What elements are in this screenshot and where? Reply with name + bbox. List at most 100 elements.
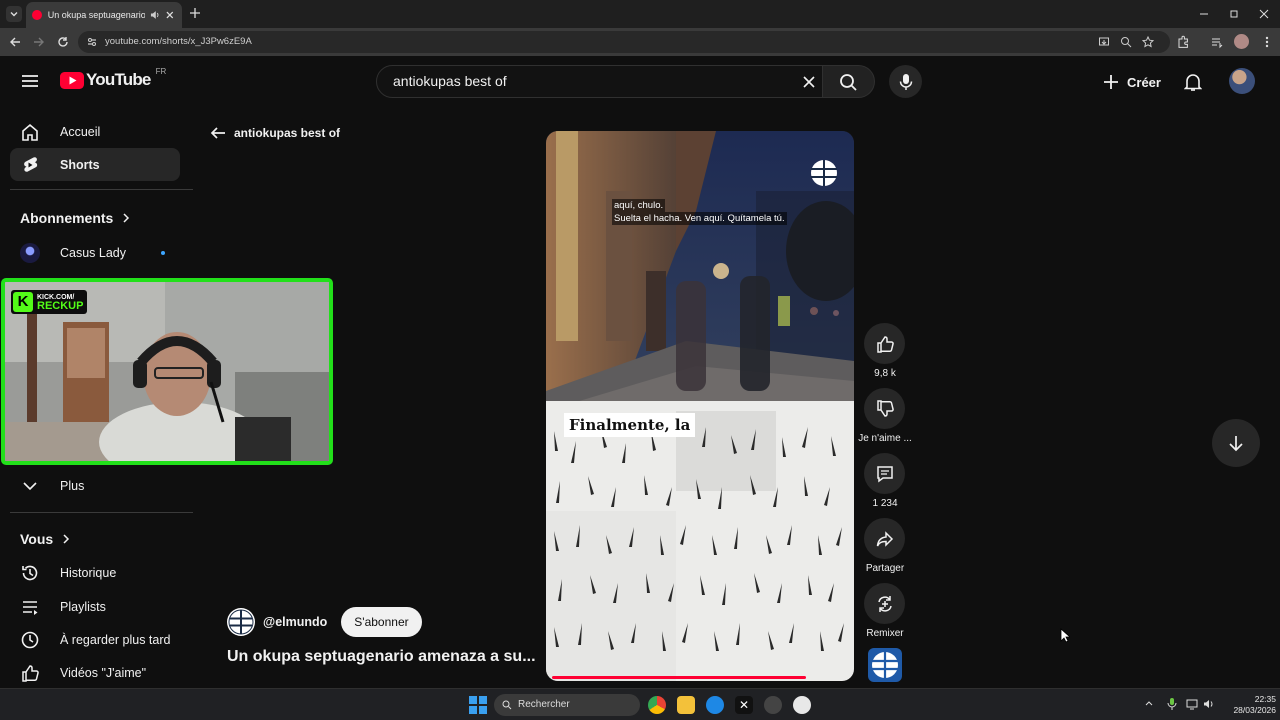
reload-button[interactable] (56, 35, 70, 49)
address-bar[interactable]: youtube.com/shorts/x_J3Pw6zE9A (78, 31, 1170, 53)
dislike-button[interactable] (864, 388, 905, 429)
sidebar-item-watch-later[interactable]: À regarder plus tard (10, 623, 180, 656)
file-explorer-icon[interactable] (677, 696, 695, 714)
next-short-button[interactable] (1212, 419, 1260, 467)
puzzle-icon (1178, 35, 1188, 48)
minimize-icon (1200, 13, 1208, 15)
share-icon (876, 530, 893, 547)
extensions-button[interactable] (1176, 35, 1190, 49)
x-app-icon[interactable]: ✕ (735, 696, 753, 714)
kebab-menu-icon (1265, 36, 1269, 48)
sound-source-thumbnail[interactable] (868, 648, 902, 682)
voice-search-button[interactable] (889, 65, 922, 98)
tray-overflow-button[interactable] (1144, 698, 1154, 708)
sidebar-item-label: Playlists (60, 599, 106, 614)
video-progress-bar[interactable] (552, 676, 806, 679)
sidebar-item-more[interactable]: Plus (10, 469, 180, 502)
thumbs-up-icon (22, 664, 39, 682)
you-heading[interactable]: Vous (20, 531, 71, 547)
profile-avatar[interactable] (1234, 34, 1249, 49)
guide-menu-button[interactable] (21, 72, 39, 90)
speaker-icon (1204, 700, 1213, 708)
thumbs-up-icon (876, 335, 894, 353)
windows-logo-icon (469, 696, 487, 714)
mic-tray-icon[interactable] (1166, 697, 1178, 711)
volume-tray-icon[interactable] (1203, 698, 1215, 710)
chrome-icon[interactable] (648, 696, 666, 714)
sidebar-item-label: Vidéos "J'aime" (60, 665, 147, 680)
remix-icon (877, 595, 892, 612)
browser-menu-button[interactable] (1260, 35, 1274, 49)
minimize-button[interactable] (1198, 8, 1210, 20)
playlist-icon (23, 600, 38, 615)
chevron-down-icon (10, 12, 18, 17)
plus-icon (1104, 75, 1118, 89)
search-button[interactable] (823, 65, 875, 98)
media-control-button[interactable] (1210, 35, 1224, 49)
restore-icon (1230, 10, 1238, 18)
share-button[interactable] (864, 518, 905, 559)
chevron-down-icon (23, 481, 37, 490)
sidebar-item-history[interactable]: Historique (10, 556, 180, 589)
app-icon[interactable] (706, 696, 724, 714)
shorts-video-player[interactable]: aquí, chulo. Suelta el hacha. Ven aquí. … (546, 131, 854, 681)
shorts-back-link[interactable]: antiokupas best of (210, 125, 340, 141)
sidebar-item-home[interactable]: Accueil (10, 115, 180, 148)
youtube-favicon-icon (32, 10, 42, 20)
subscribe-button[interactable]: S'abonner (341, 607, 422, 637)
notifications-button[interactable] (1184, 72, 1202, 92)
caption-line-1: aquí, chulo. (612, 199, 666, 212)
short-title[interactable]: Un okupa septuagenario amenaza a su... (227, 648, 536, 666)
channel-row: @elmundo S'abonner (227, 607, 422, 637)
plus-icon (190, 8, 200, 18)
new-tab-button[interactable] (188, 6, 202, 20)
install-app-icon[interactable] (1098, 36, 1110, 48)
create-button[interactable]: Créer (1102, 67, 1161, 97)
clear-search-icon[interactable] (802, 75, 816, 89)
subscriptions-heading[interactable]: Abonnements (20, 210, 131, 226)
close-tab-icon[interactable] (164, 9, 176, 21)
speaker-icon[interactable] (149, 9, 161, 21)
restore-button[interactable] (1228, 8, 1240, 20)
comments-button[interactable] (864, 453, 905, 494)
remix-label: Remixer (866, 628, 904, 639)
close-window-button[interactable] (1258, 8, 1270, 20)
account-avatar[interactable] (1229, 68, 1255, 94)
thumbs-down-icon (876, 399, 894, 417)
sidebar-item-liked-videos[interactable]: Vidéos "J'aime" (10, 656, 180, 689)
reload-icon (58, 37, 68, 47)
overwatch-icon[interactable] (793, 696, 811, 714)
channel-name[interactable]: @elmundo (263, 615, 327, 629)
forward-nav-button[interactable] (32, 35, 46, 49)
sidebar-item-playlists[interactable]: Playlists (10, 590, 180, 623)
system-clock[interactable]: 22:35 28/03/2026 (1220, 694, 1276, 716)
network-tray-icon[interactable] (1186, 698, 1198, 710)
start-button[interactable] (469, 696, 487, 714)
youtube-logo[interactable]: YouTube FR (60, 67, 166, 90)
search-input[interactable]: antiokupas best of (376, 65, 823, 98)
sidebar-item-shorts[interactable]: Shorts (10, 148, 180, 181)
sidebar-item-casus-lady[interactable]: Casus Lady (10, 236, 180, 269)
remix-button[interactable] (864, 583, 905, 624)
chevron-right-icon (123, 213, 130, 223)
bell-icon (1184, 74, 1202, 91)
kick-logo-icon: K (13, 292, 33, 312)
dislike-label: Je n'aime ... (858, 433, 912, 444)
back-nav-button[interactable] (8, 35, 22, 49)
taskbar-search[interactable]: Rechercher (494, 694, 640, 716)
steam-icon[interactable] (764, 696, 782, 714)
arrow-left-icon (210, 127, 225, 139)
zoom-icon[interactable] (1120, 36, 1132, 48)
kick-badge-bottom: RECKUP (37, 300, 84, 312)
comment-count: 1 234 (872, 498, 898, 509)
bookmark-star-icon[interactable] (1142, 36, 1154, 48)
browser-toolbar: youtube.com/shorts/x_J3Pw6zE9A (0, 28, 1280, 56)
like-button[interactable] (864, 323, 905, 364)
like-count: 9,8 k (874, 368, 896, 379)
tab-list-button[interactable] (6, 6, 22, 22)
site-info-icon[interactable] (86, 36, 98, 48)
network-icon (1186, 699, 1198, 710)
channel-avatar[interactable] (227, 608, 255, 636)
browser-tab[interactable]: Un okupa septuagenario ar (26, 2, 182, 28)
sidebar-item-label: Accueil (60, 124, 101, 139)
